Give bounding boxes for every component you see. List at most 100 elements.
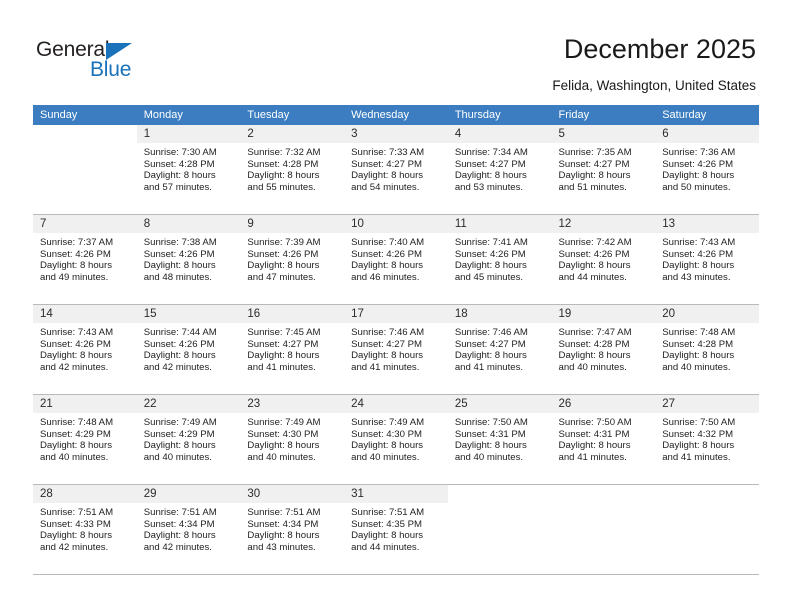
day-cell-inner: 25 Sunrise: 7:50 AM Sunset: 4:31 PM Dayligh… (447, 395, 552, 484)
day-sun-info: Sunrise: 7:49 AM Sunset: 4:30 PM Daylight:… (240, 413, 344, 463)
day-number: 13 (655, 215, 759, 233)
calendar-header-row: Sunday Monday Tuesday Wednesday Thursday… (33, 105, 759, 125)
calendar-day-cell[interactable]: 2 Sunrise: 7:32 AM Sunset: 4:28 PM Daylight… (240, 125, 345, 215)
day-sunrise: Sunrise: 7:46 AM (454, 327, 528, 338)
day-cell-inner: 12 Sunrise: 7:42 AM Sunset: 4:26 PM Dayligh… (551, 215, 656, 304)
day-sunset: Sunset: 4:27 PM (558, 158, 630, 170)
day-daylight-line1: Daylight: 8 hours (351, 350, 424, 362)
calendar-day-cell[interactable]: 20 Sunrise: 7:48 AM Sunset: 4:28 PM Dayligh… (655, 304, 759, 395)
day-cell-inner: 31 Sunrise: 7:51 AM Sunset: 4:35 PM Dayligh… (344, 485, 448, 574)
page-header: General Blue December 2025 Felida, Washi… (0, 0, 792, 100)
day-cell-inner: 14 Sunrise: 7:43 AM Sunset: 4:26 PM Dayligh… (33, 305, 137, 394)
calendar-day-cell[interactable]: 30 Sunrise: 7:51 AM Sunset: 4:34 PM Dayligh… (240, 484, 345, 575)
day-sunset: Sunset: 4:26 PM (247, 248, 319, 260)
day-sun-info (552, 503, 656, 507)
calendar-day-cell[interactable]: 29 Sunrise: 7:51 AM Sunset: 4:34 PM Dayligh… (136, 484, 241, 575)
calendar-day-cell[interactable]: 8 Sunrise: 7:38 AM Sunset: 4:26 PM Daylight… (136, 214, 241, 305)
day-number: 17 (344, 305, 448, 323)
day-sunset: Sunset: 4:27 PM (454, 158, 526, 170)
day-daylight-line2: and 40 minutes. (40, 451, 109, 463)
day-sunrise: Sunrise: 7:50 AM (662, 417, 736, 428)
calendar-day-cell[interactable]: 1 Sunrise: 7:30 AM Sunset: 4:28 PM Daylight… (136, 125, 241, 215)
day-sunrise: Sunrise: 7:38 AM (143, 237, 217, 248)
day-daylight-line2: and 40 minutes. (351, 451, 420, 463)
day-daylight-line1: Daylight: 8 hours (40, 350, 112, 362)
day-sun-info: Sunrise: 7:44 AM Sunset: 4:26 PM Daylight:… (137, 323, 241, 373)
day-sunset: Sunset: 4:33 PM (40, 518, 111, 530)
calendar-day-cell[interactable]: 22 Sunrise: 7:49 AM Sunset: 4:29 PM Dayligh… (136, 394, 241, 485)
day-sun-info: Sunrise: 7:37 AM Sunset: 4:26 PM Daylight:… (33, 233, 137, 283)
calendar-day-cell[interactable]: 19 Sunrise: 7:47 AM Sunset: 4:28 PM Dayligh… (551, 304, 656, 395)
day-daylight-line1: Daylight: 8 hours (662, 170, 735, 182)
day-sunset: Sunset: 4:29 PM (143, 428, 215, 440)
calendar-day-cell[interactable]: 27 Sunrise: 7:50 AM Sunset: 4:32 PM Dayligh… (655, 394, 759, 485)
calendar-day-cell[interactable]: 10 Sunrise: 7:40 AM Sunset: 4:26 PM Dayligh… (344, 214, 448, 305)
weekday-header-saturday: Saturday (655, 105, 759, 125)
day-sunset: Sunset: 4:30 PM (351, 428, 423, 440)
day-sun-info (655, 503, 759, 507)
day-number: 31 (344, 485, 448, 503)
day-sun-info (448, 503, 552, 507)
day-sun-info: Sunrise: 7:47 AM Sunset: 4:28 PM Daylight:… (552, 323, 656, 373)
calendar-day-cell[interactable]: 3 Sunrise: 7:33 AM Sunset: 4:27 PM Daylight… (344, 125, 448, 215)
brand-logo[interactable]: General Blue (36, 38, 176, 84)
day-sunrise: Sunrise: 7:41 AM (454, 237, 528, 248)
calendar-day-cell[interactable]: 31 Sunrise: 7:51 AM Sunset: 4:35 PM Dayligh… (344, 484, 448, 575)
day-daylight-line1: Daylight: 8 hours (351, 440, 424, 452)
calendar-empty-cell (33, 125, 137, 215)
calendar-day-cell[interactable]: 9 Sunrise: 7:39 AM Sunset: 4:26 PM Daylight… (240, 214, 345, 305)
day-sunset: Sunset: 4:26 PM (558, 248, 630, 260)
day-daylight-line1: Daylight: 8 hours (143, 440, 216, 452)
calendar-day-cell[interactable]: 24 Sunrise: 7:49 AM Sunset: 4:30 PM Dayligh… (344, 394, 448, 485)
day-sun-info: Sunrise: 7:49 AM Sunset: 4:30 PM Daylight:… (344, 413, 448, 463)
day-daylight-line1: Daylight: 8 hours (351, 260, 424, 272)
day-sunset: Sunset: 4:28 PM (143, 158, 215, 170)
calendar-day-cell[interactable]: 21 Sunrise: 7:48 AM Sunset: 4:29 PM Dayligh… (33, 394, 137, 485)
calendar-day-cell[interactable]: 18 Sunrise: 7:46 AM Sunset: 4:27 PM Dayligh… (447, 304, 552, 395)
calendar-day-cell[interactable]: 13 Sunrise: 7:43 AM Sunset: 4:26 PM Dayligh… (655, 214, 759, 305)
day-daylight-line2: and 57 minutes. (143, 181, 212, 193)
day-cell-inner: 30 Sunrise: 7:51 AM Sunset: 4:34 PM Dayligh… (240, 485, 345, 574)
calendar-day-cell[interactable]: 16 Sunrise: 7:45 AM Sunset: 4:27 PM Dayligh… (240, 304, 345, 395)
day-sunrise: Sunrise: 7:46 AM (351, 327, 425, 338)
day-daylight-line2: and 45 minutes. (454, 271, 524, 283)
day-sunrise: Sunrise: 7:35 AM (558, 147, 632, 158)
calendar-day-cell[interactable]: 17 Sunrise: 7:46 AM Sunset: 4:27 PM Dayligh… (344, 304, 448, 395)
day-sun-info: Sunrise: 7:49 AM Sunset: 4:29 PM Daylight:… (137, 413, 241, 463)
day-sunset: Sunset: 4:35 PM (351, 518, 423, 530)
day-number: 25 (447, 395, 552, 413)
weekday-header-tuesday: Tuesday (240, 105, 345, 125)
day-cell-inner: 8 Sunrise: 7:38 AM Sunset: 4:26 PM Daylight… (136, 215, 241, 304)
day-sun-info (33, 143, 137, 147)
day-daylight-line1: Daylight: 8 hours (558, 350, 631, 362)
day-daylight-line2: and 53 minutes. (454, 181, 524, 193)
day-daylight-line1: Daylight: 8 hours (143, 260, 216, 272)
weekday-header-wednesday: Wednesday (344, 105, 448, 125)
calendar-day-cell[interactable]: 7 Sunrise: 7:37 AM Sunset: 4:26 PM Daylight… (33, 214, 137, 305)
day-sun-info: Sunrise: 7:38 AM Sunset: 4:26 PM Daylight:… (137, 233, 241, 283)
calendar-day-cell[interactable]: 11 Sunrise: 7:41 AM Sunset: 4:26 PM Dayligh… (447, 214, 552, 305)
day-sun-info: Sunrise: 7:46 AM Sunset: 4:27 PM Daylight:… (448, 323, 552, 373)
calendar-day-cell[interactable]: 25 Sunrise: 7:50 AM Sunset: 4:31 PM Dayligh… (447, 394, 552, 485)
day-number: 6 (655, 125, 759, 143)
calendar-day-cell[interactable]: 28 Sunrise: 7:51 AM Sunset: 4:33 PM Dayligh… (33, 484, 137, 575)
weekday-header-friday: Friday (551, 105, 656, 125)
day-sunset: Sunset: 4:28 PM (558, 338, 630, 350)
calendar-day-cell[interactable]: 4 Sunrise: 7:34 AM Sunset: 4:27 PM Daylight… (447, 125, 552, 215)
calendar-day-cell[interactable]: 12 Sunrise: 7:42 AM Sunset: 4:26 PM Dayligh… (551, 214, 656, 305)
calendar-day-cell[interactable]: 5 Sunrise: 7:35 AM Sunset: 4:27 PM Daylight… (551, 125, 656, 215)
calendar-day-cell[interactable]: 6 Sunrise: 7:36 AM Sunset: 4:26 PM Daylight… (655, 125, 759, 215)
day-sunrise: Sunrise: 7:51 AM (143, 507, 217, 518)
day-daylight-line1: Daylight: 8 hours (454, 170, 527, 182)
calendar-day-cell[interactable]: 23 Sunrise: 7:49 AM Sunset: 4:30 PM Dayligh… (240, 394, 345, 485)
calendar-day-cell[interactable]: 14 Sunrise: 7:43 AM Sunset: 4:26 PM Dayligh… (33, 304, 137, 395)
day-sunrise: Sunrise: 7:49 AM (351, 417, 425, 428)
calendar-day-cell[interactable]: 15 Sunrise: 7:44 AM Sunset: 4:26 PM Dayligh… (136, 304, 241, 395)
day-cell-inner: 27 Sunrise: 7:50 AM Sunset: 4:32 PM Dayligh… (655, 395, 759, 484)
day-sunset: Sunset: 4:29 PM (40, 428, 111, 440)
day-sunset: Sunset: 4:28 PM (247, 158, 319, 170)
day-cell-inner: 10 Sunrise: 7:40 AM Sunset: 4:26 PM Dayligh… (344, 215, 448, 304)
calendar-day-cell[interactable]: 26 Sunrise: 7:50 AM Sunset: 4:31 PM Dayligh… (551, 394, 656, 485)
day-sun-info: Sunrise: 7:51 AM Sunset: 4:34 PM Daylight:… (137, 503, 241, 553)
day-number (551, 485, 656, 503)
